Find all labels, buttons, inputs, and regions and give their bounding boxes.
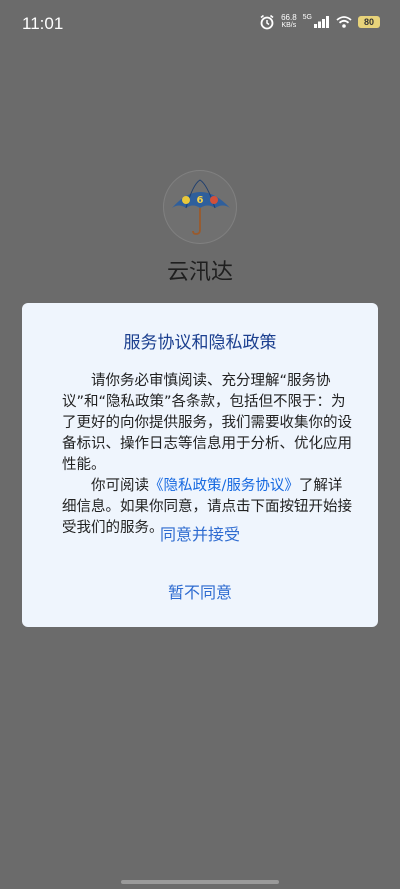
umbrella-logo-icon: 6 <box>172 179 230 235</box>
dialog-title: 服务协议和隐私政策 <box>123 333 277 353</box>
policy-link[interactable]: 《隐私政策/服务协议》 <box>149 478 299 494</box>
signal-icon <box>314 16 329 28</box>
network-speed: 66.8 KB/s <box>281 14 297 30</box>
para2-prefix: 你可阅读 <box>91 478 149 494</box>
home-indicator[interactable] <box>121 880 279 884</box>
dialog-paragraph-1: 请你务必审慎阅读、充分理解“服务协议”和“隐私政策”各条款，包括但不限于：为了更… <box>62 373 352 473</box>
logo-number: 6 <box>197 195 204 206</box>
network-type: 5G <box>302 13 312 21</box>
status-icons: 66.8 KB/s 5G 80 <box>259 14 380 30</box>
status-bar: 11:01 66.8 KB/s 5G 80 <box>0 0 400 48</box>
status-time: 11:01 <box>22 14 64 33</box>
alarm-icon <box>260 14 274 30</box>
reject-button[interactable]: 暂不同意 <box>22 579 378 603</box>
privacy-dialog: 服务协议和隐私政策 请你务必审慎阅读、充分理解“服务协议”和“隐私政策”各条款，… <box>22 303 378 627</box>
battery-icon: 80 <box>358 16 380 28</box>
app-logo: 6 <box>163 170 237 244</box>
accept-button[interactable]: 同意并接受 <box>22 521 378 545</box>
app-name: 云汛达 <box>166 260 233 285</box>
speed-value: 66.8 <box>281 13 297 22</box>
wifi-icon <box>336 16 352 28</box>
dialog-body: 请你务必审慎阅读、充分理解“服务协议”和“隐私政策”各条款，包括但不限于：为了更… <box>62 371 352 539</box>
speed-unit: KB/s <box>281 22 297 29</box>
